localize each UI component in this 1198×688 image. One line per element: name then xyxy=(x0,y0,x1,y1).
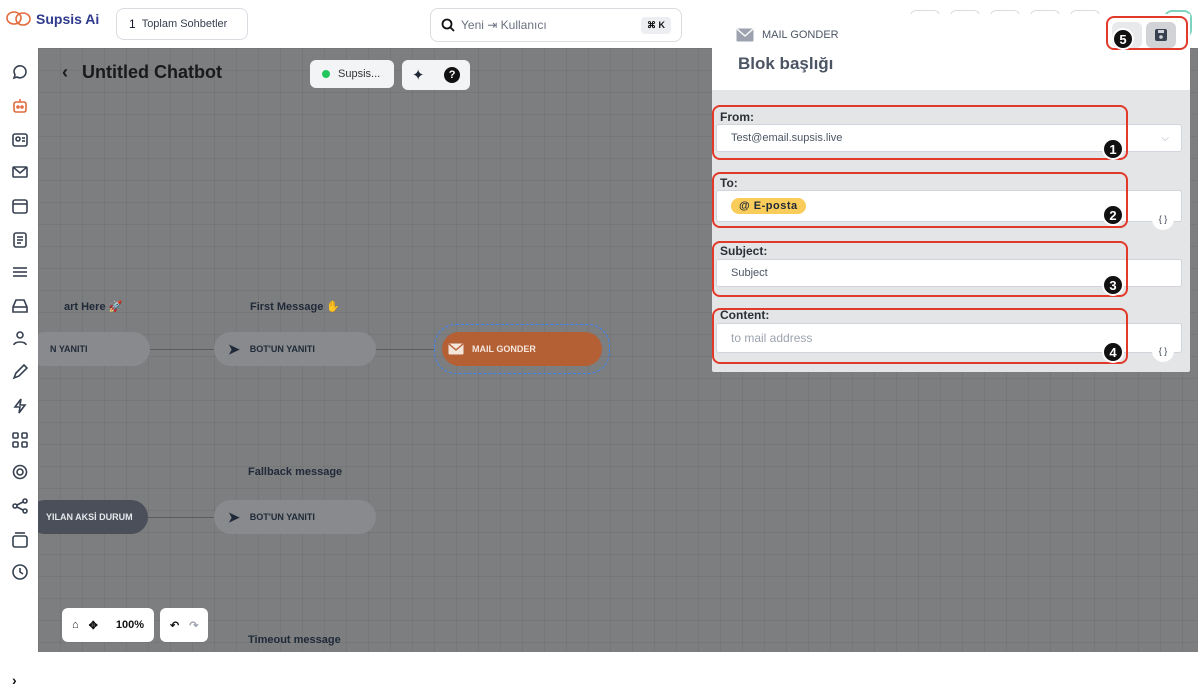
sidebar-item-history[interactable] xyxy=(10,562,30,582)
sidebar-item-inbox[interactable] xyxy=(10,296,30,316)
start-node-label: N YANITI xyxy=(50,344,88,354)
total-chats-button[interactable]: 1 Toplam Sohbetler xyxy=(116,8,248,40)
lightning-icon xyxy=(13,398,27,414)
sidebar-item-apps[interactable] xyxy=(10,430,30,450)
search-text: Yeni ⇥ Kullanıcı xyxy=(461,18,547,32)
connector xyxy=(148,517,214,518)
send-icon: ➤ xyxy=(228,340,240,357)
variable-braces-icon[interactable]: { } xyxy=(1152,208,1174,230)
search-icon xyxy=(441,18,455,32)
mail-send-node-label: MAIL GONDER xyxy=(472,344,536,354)
share-icon xyxy=(12,498,28,514)
block-title[interactable]: Blok başlığı xyxy=(738,54,833,74)
back-chevron-icon[interactable]: ‹ xyxy=(62,62,68,83)
bot-reply-node[interactable]: ➤ BOT'UN YANITI xyxy=(214,332,376,366)
zoom-level[interactable]: 100% xyxy=(116,619,144,631)
move-icon[interactable]: ✥ xyxy=(89,619,98,632)
app-name: Supsis Ai xyxy=(36,11,100,27)
bot-reply-label: BOT'UN YANITI xyxy=(249,512,315,522)
sidebar: › xyxy=(0,48,38,688)
flow-icon xyxy=(13,267,27,277)
search-input[interactable]: Yeni ⇥ Kullanıcı ⌘ K xyxy=(430,8,682,42)
fallback-label: Fallback message xyxy=(248,466,343,478)
grid-icon xyxy=(12,432,28,448)
highlight-content xyxy=(712,308,1128,364)
pen-icon xyxy=(12,363,29,380)
gear-icon xyxy=(12,464,28,480)
bot-reply-label: BOT'UN YANITI xyxy=(249,344,315,354)
help-icon[interactable]: ? xyxy=(444,67,461,83)
sidebar-item-chatbot[interactable] xyxy=(10,96,30,116)
sidebar-item-settings[interactable] xyxy=(10,462,30,482)
contact-card-icon xyxy=(12,133,28,147)
connector xyxy=(376,349,434,350)
annotation-badge-2: 2 xyxy=(1102,204,1124,226)
status-selector[interactable]: Supsis... xyxy=(310,60,394,88)
sidebar-expand-chevron-icon[interactable]: › xyxy=(12,672,17,688)
inbox-icon xyxy=(12,299,28,313)
page-title: ‹ Untitled Chatbot xyxy=(62,62,222,83)
annotation-badge-4: 4 xyxy=(1102,341,1124,363)
connector xyxy=(150,349,214,350)
chat-icon xyxy=(12,65,27,80)
variable-braces-icon[interactable]: { } xyxy=(1152,340,1174,362)
app-logo[interactable]: Supsis Ai xyxy=(6,10,99,28)
highlight-from xyxy=(712,105,1128,160)
history-controls: ↶ ↷ xyxy=(160,608,209,642)
first-message-label: First Message ✋ xyxy=(250,301,341,313)
send-icon: ➤ xyxy=(228,508,240,525)
home-icon[interactable]: ⌂ xyxy=(72,619,79,631)
shortcut-hint: ⌘ K xyxy=(641,17,671,34)
canvas-tools: ✦ ? xyxy=(402,60,470,90)
annotation-badge-1: 1 xyxy=(1102,138,1124,160)
highlight-to xyxy=(712,172,1128,228)
document-icon xyxy=(13,232,27,248)
sidebar-item-contacts[interactable] xyxy=(10,130,30,150)
total-chats-count: 1 xyxy=(129,17,136,31)
chatbot-title: Untitled Chatbot xyxy=(82,62,222,82)
mail-icon xyxy=(736,28,754,42)
start-node[interactable]: N YANITI xyxy=(38,332,150,366)
highlight-subject xyxy=(712,241,1128,297)
total-chats-label: Toplam Sohbetler xyxy=(141,18,228,30)
start-label: art Here 🚀 xyxy=(64,301,123,313)
annotation-badge-5: 5 xyxy=(1112,28,1134,50)
chat-bubbles-icon xyxy=(6,11,31,26)
sidebar-item-users[interactable] xyxy=(10,328,30,348)
sidebar-item-chats[interactable] xyxy=(10,62,30,82)
default-case-label: YILAN AKSİ DURUM xyxy=(46,512,133,522)
block-type-label: MAIL GONDER xyxy=(762,29,839,41)
sidebar-item-calendar[interactable] xyxy=(10,196,30,216)
view-controls: ⌂ ✥ 100% xyxy=(62,608,155,642)
sparkle-icon[interactable]: ✦ xyxy=(412,66,425,84)
bot-reply-node[interactable]: ➤ BOT'UN YANITI xyxy=(214,500,376,534)
user-icon xyxy=(13,331,27,346)
zoom-toolbar: ⌂ ✥ 100% ↶ ↷ xyxy=(62,608,209,642)
annotation-badge-3: 3 xyxy=(1102,274,1124,296)
wallet-icon xyxy=(12,532,28,548)
clock-icon xyxy=(12,564,28,580)
calendar-icon xyxy=(12,199,28,214)
sidebar-item-mail[interactable] xyxy=(10,162,30,182)
undo-icon[interactable]: ↶ xyxy=(170,619,179,632)
default-case-node[interactable]: YILAN AKSİ DURUM xyxy=(38,500,148,534)
mail-icon xyxy=(12,166,28,178)
sidebar-item-share[interactable] xyxy=(10,496,30,516)
block-type: MAIL GONDER xyxy=(736,28,839,42)
sidebar-item-automation[interactable] xyxy=(10,396,30,416)
sidebar-item-edit[interactable] xyxy=(10,362,30,382)
sidebar-item-docs[interactable] xyxy=(10,230,30,250)
timeout-label: Timeout message xyxy=(248,634,341,646)
status-label: Supsis... xyxy=(338,68,381,80)
status-dot-icon xyxy=(322,70,330,78)
redo-icon[interactable]: ↷ xyxy=(189,619,198,632)
robot-icon xyxy=(13,99,27,113)
sidebar-item-billing[interactable] xyxy=(10,530,30,550)
sidebar-item-flows[interactable] xyxy=(10,262,30,282)
chevron-down-icon: ⌵ xyxy=(1161,132,1169,144)
mail-send-node[interactable]: MAIL GONDER xyxy=(442,332,602,366)
mail-icon xyxy=(448,343,464,355)
